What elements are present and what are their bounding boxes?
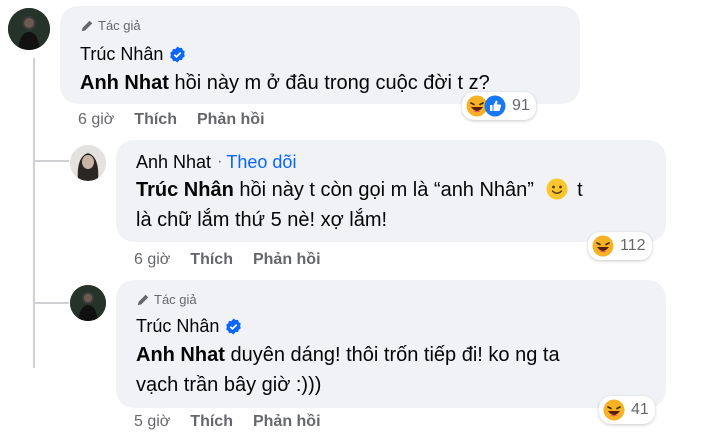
comment-actions: 6 giờ Thích Phản hồi [134,250,321,270]
timestamp[interactable]: 6 giờ [134,250,170,270]
comment-bubble: Anh Nhat · Theo dõi Trúc Nhân hồi này t … [116,140,666,242]
reaction-count: 91 [512,97,530,114]
author-badge: Tác giả [136,292,197,308]
timestamp[interactable]: 6 giờ [78,110,114,130]
like-button[interactable]: Thích [190,412,233,432]
author-badge: Tác giả [80,18,141,34]
reaction-count: 41 [631,401,649,418]
mention-tag[interactable]: Trúc Nhân [136,179,234,201]
verified-badge-icon [226,318,242,334]
commenter-name[interactable]: Anh Nhat [136,151,211,173]
pen-icon [81,20,93,32]
comment-text: Anh Nhat duyên dáng! thôi trốn tiếp đi! … [136,340,560,370]
author-badge-label: Tác giả [154,292,197,307]
comment-text: Anh Nhat hồi này m ở đâu trong cuộc đời … [80,68,490,98]
mention-tag[interactable]: Anh Nhat [136,344,225,366]
comment-bubble: Tác giả Trúc Nhân Anh Nhat hồi này m ở đ… [60,6,580,104]
reaction-summary[interactable]: 41 [599,396,655,424]
reply-button[interactable]: Phản hồi [253,412,321,432]
comment-body: hồi này m ở đâu trong cuộc đời t z? [168,72,490,94]
avatar-truc-nhan[interactable] [70,285,106,321]
comment-text-line2: vạch trần bây giờ :))) [136,374,322,396]
thread-branch [33,302,69,304]
like-button[interactable]: Thích [134,110,177,130]
reply-button[interactable]: Phản hồi [253,250,321,270]
comment-text-line2: là chữ lắm thứ 5 nè! xợ lắm! [136,209,388,231]
comment-body: hồi này t còn gọi m là “anh Nhân” [233,179,534,201]
reaction-summary[interactable]: 112 [588,232,652,260]
like-button[interactable]: Thích [190,250,233,270]
reply-button[interactable]: Phản hồi [197,110,265,130]
avatar-truc-nhan[interactable] [8,8,50,50]
thread-line [33,58,35,368]
reaction-summary[interactable]: 91 [462,92,536,120]
comment-text: Trúc Nhân hồi này t còn gọi m là “anh Nh… [136,175,583,205]
commenter-name[interactable]: Trúc Nhân [80,43,163,65]
thread-branch [33,160,69,162]
follow-button[interactable]: Theo dõi [226,151,296,173]
comment-body: duyên dáng! thôi trốn tiếp đi! ko ng ta [224,344,560,366]
comment-bubble: Tác giả Trúc Nhân Anh Nhat duyên dáng! t… [116,280,666,408]
avatar-anh-nhat[interactable] [70,145,106,181]
mention-tag[interactable]: Anh Nhat [80,72,169,94]
verified-badge-icon [170,46,186,62]
author-badge-label: Tác giả [98,18,141,33]
pen-icon [137,294,149,306]
smile-emoji-icon [546,178,568,200]
like-reaction-icon [484,95,506,117]
comment-actions: 5 giờ Thích Phản hồi [134,412,321,432]
comment-actions: 6 giờ Thích Phản hồi [78,110,265,130]
timestamp[interactable]: 5 giờ [134,412,170,432]
reaction-count: 112 [620,237,646,254]
haha-emoji-icon [603,399,625,421]
comment-body-tail: t [577,179,583,201]
haha-emoji-icon [592,235,614,257]
commenter-name[interactable]: Trúc Nhân [136,315,219,337]
separator: · [217,153,223,170]
